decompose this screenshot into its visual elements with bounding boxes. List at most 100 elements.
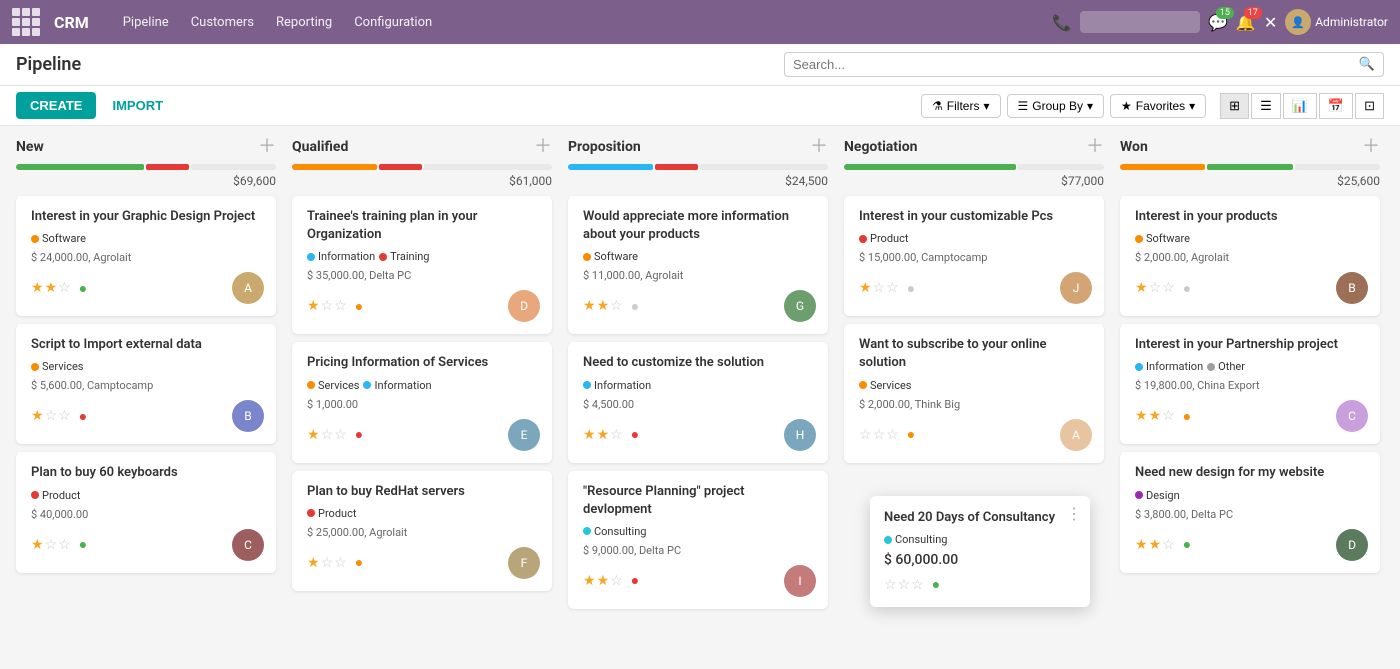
avatar: J bbox=[1060, 272, 1092, 304]
card-stars[interactable]: ★★☆ bbox=[583, 573, 623, 589]
activity-icon[interactable]: 🔔 17 bbox=[1236, 13, 1256, 32]
kanban-card[interactable]: Trainee's training plan in your Organiza… bbox=[292, 196, 552, 334]
kanban-card[interactable]: Pricing Information of Services Services… bbox=[292, 342, 552, 462]
column-title: Won bbox=[1120, 139, 1358, 155]
menu-reporting[interactable]: Reporting bbox=[266, 11, 342, 34]
card-stars[interactable]: ★☆☆ bbox=[31, 408, 71, 424]
kanban-card[interactable]: Interest in your customizable Pcs Produc… bbox=[844, 196, 1104, 316]
column-progress bbox=[1120, 164, 1380, 170]
card-title: Interest in your Partnership project bbox=[1135, 336, 1368, 354]
card-title: Plan to buy 60 keyboards bbox=[31, 464, 264, 482]
grid-view-button[interactable]: ⊡ bbox=[1355, 93, 1384, 119]
menu-configuration[interactable]: Configuration bbox=[344, 11, 442, 34]
kanban-card[interactable]: Would appreciate more information about … bbox=[568, 196, 828, 334]
kanban-card[interactable]: Interest in your Graphic Design Project … bbox=[16, 196, 276, 316]
favorites-button[interactable]: ★ Favorites ▾ bbox=[1110, 94, 1206, 118]
column-add-button[interactable]: ＋ bbox=[1086, 138, 1104, 156]
card-stars[interactable]: ★★☆ bbox=[583, 427, 623, 443]
priority-icon: ● bbox=[1183, 408, 1191, 425]
app-menu-icon[interactable] bbox=[12, 8, 40, 36]
star-icon: ★ bbox=[1121, 99, 1132, 113]
kanban-card[interactable]: Plan to buy RedHat servers Product $ 25,… bbox=[292, 471, 552, 591]
kanban-card[interactable]: Need to customize the solution Informati… bbox=[568, 342, 828, 462]
kanban-card[interactable]: Interest in your Partnership project Inf… bbox=[1120, 324, 1380, 444]
card-tags: Software bbox=[583, 250, 816, 263]
card-stars[interactable]: ★☆☆ bbox=[307, 298, 347, 314]
card-stars[interactable]: ★★☆ bbox=[583, 298, 623, 314]
kanban-card[interactable]: Script to Import external data Services … bbox=[16, 324, 276, 444]
phone-icon[interactable]: 📞 bbox=[1052, 13, 1072, 32]
tag-label: Consulting bbox=[594, 525, 646, 538]
card-tags: Services bbox=[859, 379, 1092, 392]
column-add-button[interactable]: ＋ bbox=[810, 138, 828, 156]
popup-tags: Consulting bbox=[884, 533, 1076, 546]
card-title: Interest in your products bbox=[1135, 208, 1368, 226]
tag-label: Software bbox=[42, 232, 86, 245]
user-name: Administrator bbox=[1315, 15, 1388, 29]
column-add-button[interactable]: ＋ bbox=[1362, 138, 1380, 156]
brand-logo[interactable]: CRM bbox=[54, 13, 89, 32]
card-footer: ★☆☆ ● D bbox=[307, 290, 540, 322]
card-tag: Other bbox=[1207, 360, 1245, 373]
kanban-card[interactable]: "Resource Planning" project devlopment C… bbox=[568, 471, 828, 609]
column-negotiation: Negotiation ＋ $77,000 Interest in your c… bbox=[844, 138, 1104, 471]
column-add-button[interactable]: ＋ bbox=[534, 138, 552, 156]
add-column-label[interactable]: Add new Column bbox=[1396, 138, 1400, 617]
card-tag: Services bbox=[859, 379, 911, 392]
card-stars[interactable]: ★☆☆ bbox=[859, 280, 899, 296]
tag-label: Information bbox=[374, 379, 431, 392]
groupby-button[interactable]: ☰ Group By ▾ bbox=[1007, 94, 1105, 118]
page-title: Pipeline bbox=[16, 54, 81, 75]
list-view-button[interactable]: ☰ bbox=[1251, 93, 1281, 119]
card-tag: Software bbox=[583, 250, 638, 263]
topnav-search[interactable] bbox=[1080, 11, 1200, 33]
search-input[interactable] bbox=[793, 57, 1355, 72]
avatar: I bbox=[784, 565, 816, 597]
column-add-button[interactable]: ＋ bbox=[258, 138, 276, 156]
groupby-chevron: ▾ bbox=[1087, 99, 1093, 113]
card-stars[interactable]: ★☆☆ bbox=[1135, 280, 1175, 296]
popup-amount: $ 60,000.00 bbox=[884, 552, 1076, 568]
tag-label: Information bbox=[318, 250, 375, 263]
tag-label: Software bbox=[1146, 232, 1190, 245]
user-menu[interactable]: 👤 Administrator bbox=[1285, 9, 1388, 35]
filter-group: ⚗ Filters ▾ ☰ Group By ▾ ★ Favorites ▾ ⊞… bbox=[921, 93, 1384, 119]
card-stars[interactable]: ★★☆ bbox=[31, 280, 71, 296]
import-button[interactable]: IMPORT bbox=[104, 92, 171, 119]
menu-pipeline[interactable]: Pipeline bbox=[113, 11, 179, 34]
avatar: G bbox=[784, 290, 816, 322]
card-stars[interactable]: ★★☆ bbox=[1135, 537, 1175, 553]
card-stars[interactable]: ★☆☆ bbox=[307, 555, 347, 571]
column-title: Proposition bbox=[568, 139, 806, 155]
chart-view-button[interactable]: 📊 bbox=[1283, 93, 1317, 119]
messages-icon[interactable]: 💬 15 bbox=[1208, 13, 1228, 32]
column-won: Won ＋ $25,600 Interest in your products … bbox=[1120, 138, 1380, 581]
card-stars[interactable]: ★★☆ bbox=[1135, 408, 1175, 424]
kanban-card[interactable]: Interest in your products Software $ 2,0… bbox=[1120, 196, 1380, 316]
column-cards: Interest in your products Software $ 2,0… bbox=[1120, 196, 1380, 573]
card-title: Would appreciate more information about … bbox=[583, 208, 816, 244]
kanban-card[interactable]: Plan to buy 60 keyboards Product $ 40,00… bbox=[16, 452, 276, 572]
column-header: Negotiation ＋ bbox=[844, 138, 1104, 156]
menu-customers[interactable]: Customers bbox=[181, 11, 264, 34]
card-footer: ★☆☆ ● E bbox=[307, 419, 540, 451]
column-cards: Interest in your customizable Pcs Produc… bbox=[844, 196, 1104, 463]
create-button[interactable]: CREATE bbox=[16, 92, 96, 119]
close-icon[interactable]: ✕ bbox=[1264, 13, 1277, 32]
kanban-card[interactable]: Need new design for my website Design $ … bbox=[1120, 452, 1380, 572]
kanban-view-button[interactable]: ⊞ bbox=[1220, 93, 1249, 119]
card-stars[interactable]: ☆☆☆ bbox=[859, 427, 899, 443]
calendar-view-button[interactable]: 📅 bbox=[1319, 93, 1353, 119]
popup-kebab-menu[interactable]: ⋮ bbox=[1066, 504, 1082, 523]
card-meta: $ 2,000.00, Agrolait bbox=[1135, 251, 1368, 264]
card-title: Need to customize the solution bbox=[583, 354, 816, 372]
card-stars[interactable]: ★☆☆ bbox=[307, 427, 347, 443]
filters-button[interactable]: ⚗ Filters ▾ bbox=[921, 94, 1000, 118]
card-tags: Product bbox=[859, 232, 1092, 245]
search-icon[interactable]: 🔍 bbox=[1359, 57, 1375, 72]
column-proposition: Proposition ＋ $24,500 Would appreciate m… bbox=[568, 138, 828, 617]
card-stars[interactable]: ★☆☆ bbox=[31, 537, 71, 553]
card-meta: $ 40,000.00 bbox=[31, 508, 264, 521]
search-bar[interactable]: 🔍 bbox=[784, 52, 1384, 77]
kanban-card[interactable]: Want to subscribe to your online solutio… bbox=[844, 324, 1104, 462]
